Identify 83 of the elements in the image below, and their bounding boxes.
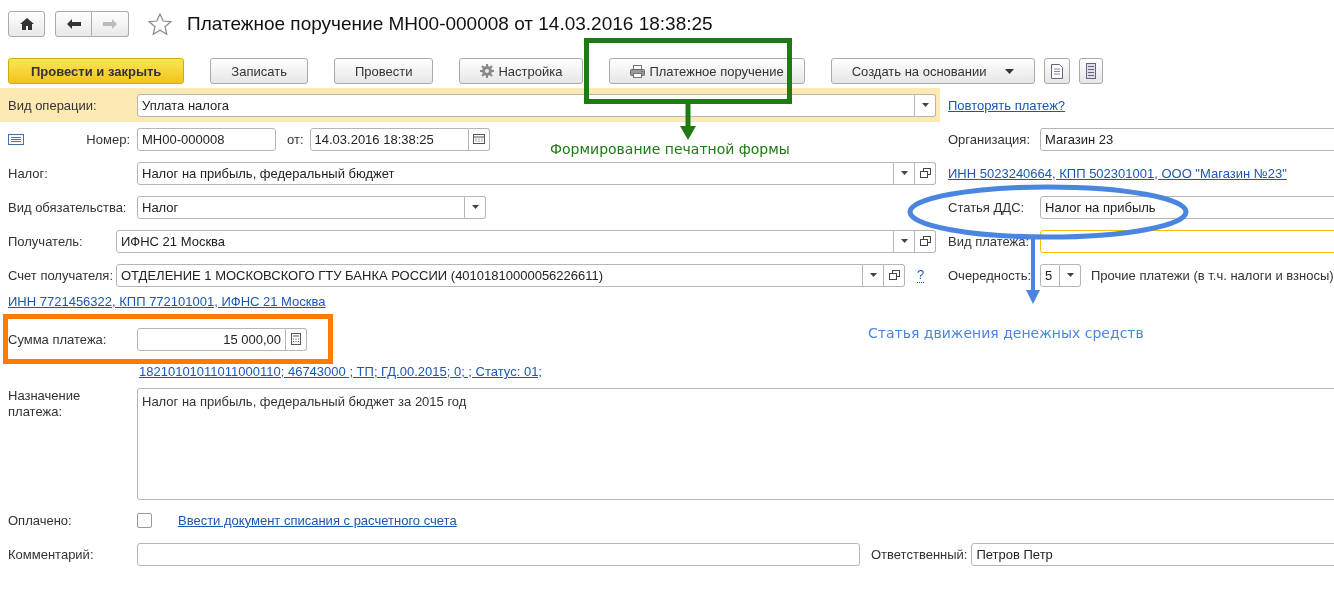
recipient-account-field[interactable]: ОТДЕЛЕНИЕ 1 МОСКОВСКОГО ГТУ БАНКА РОССИИ (40101810000056226611) — [116, 263, 863, 287]
document-icon — [8, 133, 24, 145]
gear-icon — [480, 64, 495, 78]
recipient-field[interactable]: ИФНС 21 Москва — [116, 229, 894, 253]
caret-icon — [1004, 68, 1014, 74]
field-label: Очередность: — [948, 267, 1033, 283]
field-label: Комментарий: — [8, 546, 95, 562]
cash-flow-item-field[interactable]: Налог на прибыль — [1040, 195, 1334, 219]
arrow — [680, 104, 696, 140]
calendar-icon — [472, 134, 485, 144]
priority-field[interactable]: 5 — [1040, 263, 1060, 287]
document-icon — [1050, 63, 1063, 79]
caret-icon — [920, 102, 930, 108]
calculator-button[interactable] — [286, 327, 307, 351]
dropdown-button[interactable] — [1060, 263, 1081, 287]
home-icon — [19, 18, 34, 30]
help-link[interactable]: ? — [917, 267, 925, 283]
caret-icon — [1065, 272, 1075, 278]
payment-details-link[interactable]: 18210101011011000110; 46743000 ; ТП; ГД.00.2015; 0; ; Статус: 01; — [139, 364, 542, 379]
list-icon — [1085, 63, 1096, 79]
field-label: Получатель: — [8, 233, 84, 249]
window-title: Платежное поручение МН00-000008 от 14.03.2016 18:38:25 — [187, 13, 713, 35]
toolbar-button[interactable]: Записать — [210, 58, 308, 84]
create-based-on-button[interactable]: Создать на основании — [830, 58, 1035, 84]
field-label: Вид обязательства: — [8, 199, 128, 215]
caret-icon — [470, 204, 480, 210]
number-field[interactable]: МН00-000008 — [137, 127, 276, 151]
window-icon — [888, 270, 900, 280]
paid-checkbox[interactable] — [137, 512, 152, 528]
comment-field[interactable] — [137, 542, 860, 566]
payment-type-field[interactable] — [1040, 229, 1334, 253]
printer-icon — [630, 64, 646, 78]
print-button[interactable]: Платежное поручение — [609, 58, 805, 84]
back-button[interactable] — [55, 11, 92, 37]
organization-field[interactable]: Магазин 23 — [1040, 127, 1334, 151]
caret-icon — [868, 272, 878, 278]
calculator-icon — [291, 333, 301, 345]
annotation-text: Статья движения денежных средств — [868, 325, 1144, 341]
field-label: Статья ДДС: — [948, 199, 1026, 215]
dropdown-button[interactable] — [915, 93, 936, 117]
field-label: Счет получателя: — [8, 267, 114, 283]
recipient-details-link[interactable]: ИНН 7721456322, КПП 772101001, ИФНС 21 Москва — [8, 294, 326, 309]
caret-icon — [899, 170, 909, 176]
field-label: Вид операции: — [8, 97, 98, 113]
settings-button[interactable]: Настройка — [459, 58, 584, 84]
open-button[interactable] — [884, 263, 905, 287]
field-label: Номер: — [85, 131, 131, 147]
tax-field[interactable]: Налог на прибыль, федеральный бюджет — [137, 161, 894, 185]
field-label: Ответственный: — [871, 546, 968, 562]
field-label: Организация: — [948, 131, 1032, 147]
post-and-close-button[interactable]: Провести и закрыть — [8, 58, 185, 84]
star-icon[interactable] — [148, 12, 172, 36]
repeat-payment-link[interactable]: Повторять платеж? — [948, 97, 1066, 113]
dropdown-button[interactable] — [894, 161, 915, 185]
write-off-link[interactable]: Ввести документ списания с расчетного счета — [178, 512, 457, 528]
operation-field[interactable]: Уплата налога — [137, 93, 915, 117]
caret-icon — [899, 238, 909, 244]
dropdown-button[interactable] — [863, 263, 884, 287]
annotation-text: Формирование печатной формы — [550, 141, 790, 157]
priority-description: Прочие платежи (в т.ч. налоги и взносы) — [1091, 267, 1334, 283]
organization-details-link[interactable]: ИНН 5023240664, КПП 502301001, ООО "Магазин №23" — [948, 165, 1287, 181]
list-button[interactable] — [1078, 58, 1103, 84]
toolbar-button[interactable]: Провести — [333, 58, 434, 84]
purpose-field[interactable]: Налог на прибыль, федеральный бюджет за 2015 год — [137, 388, 1334, 500]
open-button[interactable] — [915, 229, 936, 253]
field-label: Назначение платежа: — [8, 388, 82, 421]
field-label: Налог: — [8, 165, 49, 181]
obligation-field[interactable]: Налог — [137, 195, 465, 219]
window-icon — [919, 236, 931, 246]
window-icon — [919, 168, 931, 178]
responsible-field[interactable]: Петров Петр — [971, 542, 1334, 566]
calendar-button[interactable] — [468, 127, 490, 151]
field-label: Вид платежа: — [948, 233, 1031, 249]
field-label: от: — [287, 131, 304, 147]
field-label: Сумма платежа: — [8, 331, 108, 347]
home-button[interactable] — [8, 11, 45, 37]
dropdown-button[interactable] — [894, 229, 915, 253]
open-button[interactable] — [915, 161, 936, 185]
amount-field[interactable]: 15 000,00 — [137, 327, 286, 351]
date-field[interactable]: 14.03.2016 18:38:25 — [309, 127, 469, 151]
document-button[interactable] — [1043, 58, 1070, 84]
dropdown-button[interactable] — [465, 195, 486, 219]
field-label: Оплачено: — [8, 512, 73, 528]
